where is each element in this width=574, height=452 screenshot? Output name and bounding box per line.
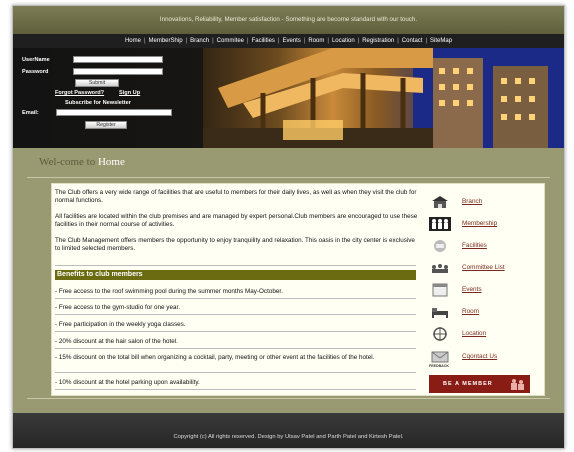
divider [27,398,550,399]
feedback-label: FEEDBACK [429,364,449,368]
nav-separator: | [425,38,428,44]
sidebar-item-label[interactable]: Branch [462,198,482,205]
sidebar-item-membership[interactable]: Membership [429,217,539,231]
sidebar-item-room[interactable]: Room [429,305,539,319]
benefit-item: - 15% discount on the total bill when or… [55,354,375,361]
nav-events[interactable]: Events [282,38,300,44]
divider [55,331,416,332]
people-icon [429,217,451,231]
email-label: Email: [22,110,39,116]
sidebar-item-label[interactable]: Committee List [462,264,505,271]
password-label: Password [22,69,49,75]
building-icon [429,195,451,209]
mail-icon [429,350,451,364]
hero-banner: UserName Password Submit Forgot Password… [13,48,564,148]
intro-paragraph-2: All facilities are located within the cl… [55,213,418,228]
nav-separator: | [327,38,329,44]
divider [55,372,416,373]
page-frame: Innovations, Reliability, Member satisfa… [12,5,565,449]
sidebar-item-events[interactable]: Events [429,283,539,297]
nav-separator: | [185,38,188,44]
sidebar-item-committee-list[interactable]: Committee List [429,261,539,275]
sidebar-item-label[interactable]: Room [462,308,479,315]
nav-separator: | [247,38,249,44]
divider [27,177,550,178]
sidebar-item-label[interactable]: Facilities [462,242,487,249]
nav-separator: | [397,38,399,44]
nav-commitee[interactable]: Commitee [217,38,244,44]
nav-registration[interactable]: Registration [362,38,394,44]
welcome-page: Home [97,156,125,168]
benefit-item: - 10% discount at the hotel parking upon… [55,379,200,386]
nav-facilities[interactable]: Facilities [252,38,275,44]
calendar-icon [429,283,451,297]
nav-separator: | [212,38,214,44]
divider [55,389,416,390]
footer: Copyright (c) All rights reserved. Desig… [13,413,564,448]
intro-paragraph-3: The Club Management offers members the o… [55,237,415,252]
benefit-item: - Free participation in the weekly yoga … [55,321,186,328]
forgot-password-link[interactable]: Forgot Password? [55,90,104,96]
divider [55,314,416,315]
people-icon [511,379,524,390]
bed-icon [429,305,451,319]
sidebar-item-label[interactable]: Cqontact Us [462,353,497,360]
committee-icon [429,261,451,275]
welcome-prefix: Wel-come to [39,156,96,168]
member-banner-label: BE A MEMBER [443,381,493,387]
nav-home[interactable]: Home [125,38,141,44]
nav-room[interactable]: Room [308,38,324,44]
sidebar-item-label[interactable]: Location [462,330,486,337]
compass-icon [429,327,451,341]
nav-sitemap[interactable]: SiteMap [430,38,452,44]
nav-separator: | [143,38,146,44]
sidebar-item-label[interactable]: Events [462,286,482,293]
username-label: UserName [22,57,50,63]
sidebar-item-label[interactable]: Membership [462,220,497,227]
username-input[interactable] [73,56,163,63]
login-panel: UserName Password Submit Forgot Password… [13,48,203,148]
divider [55,265,416,266]
main-nav: Home | MemberShip | Branch | Commitee | Faci… [13,34,564,48]
sidebar-item-location[interactable]: Location [429,327,539,341]
nav-contact[interactable]: Contact [402,38,423,44]
email-input[interactable] [56,109,172,116]
intro-paragraph-1: The Club offers a very wide range of fac… [55,189,417,204]
footer-copyright: Copyright (c) All rights reserved. Desig… [173,434,404,440]
register-button[interactable]: Register [85,121,127,129]
sidebar-item-branch[interactable]: Branch [429,195,539,209]
facilities-icon [429,239,451,253]
nav-location[interactable]: Location [332,38,355,44]
content-panel: The Club offers a very wide range of fac… [51,183,545,396]
submit-button[interactable]: Submit [75,79,119,87]
header-tagline: Innovations, Reliability, Member satisfa… [13,6,564,34]
nav-separator: | [303,38,306,44]
divider [55,348,416,349]
sidebar-item-contact-us[interactable]: FEEDBACK Cqontact Us [429,350,539,370]
password-input[interactable] [73,68,163,75]
nav-membership[interactable]: MemberShip [149,38,183,44]
sidebar-item-facilities[interactable]: Facilities [429,239,539,253]
page-title: Wel-come to Home [39,156,125,168]
nav-separator: | [357,38,360,44]
divider [55,298,416,299]
nav-separator: | [277,38,280,44]
benefits-heading: Benefits to club members [55,270,416,280]
benefit-item: - Free access to the gym-studio for one … [55,304,180,311]
benefit-item: - 20% discount at the hair salon of the … [55,338,178,345]
signup-link[interactable]: Sign Up [119,90,140,96]
benefit-item: - Free access to the roof swimming pool … [55,288,283,295]
be-a-member-button[interactable]: BE A MEMBER [429,375,530,393]
newsletter-label: Subscribe for Newsletter [65,100,131,106]
nav-branch[interactable]: Branch [190,38,209,44]
